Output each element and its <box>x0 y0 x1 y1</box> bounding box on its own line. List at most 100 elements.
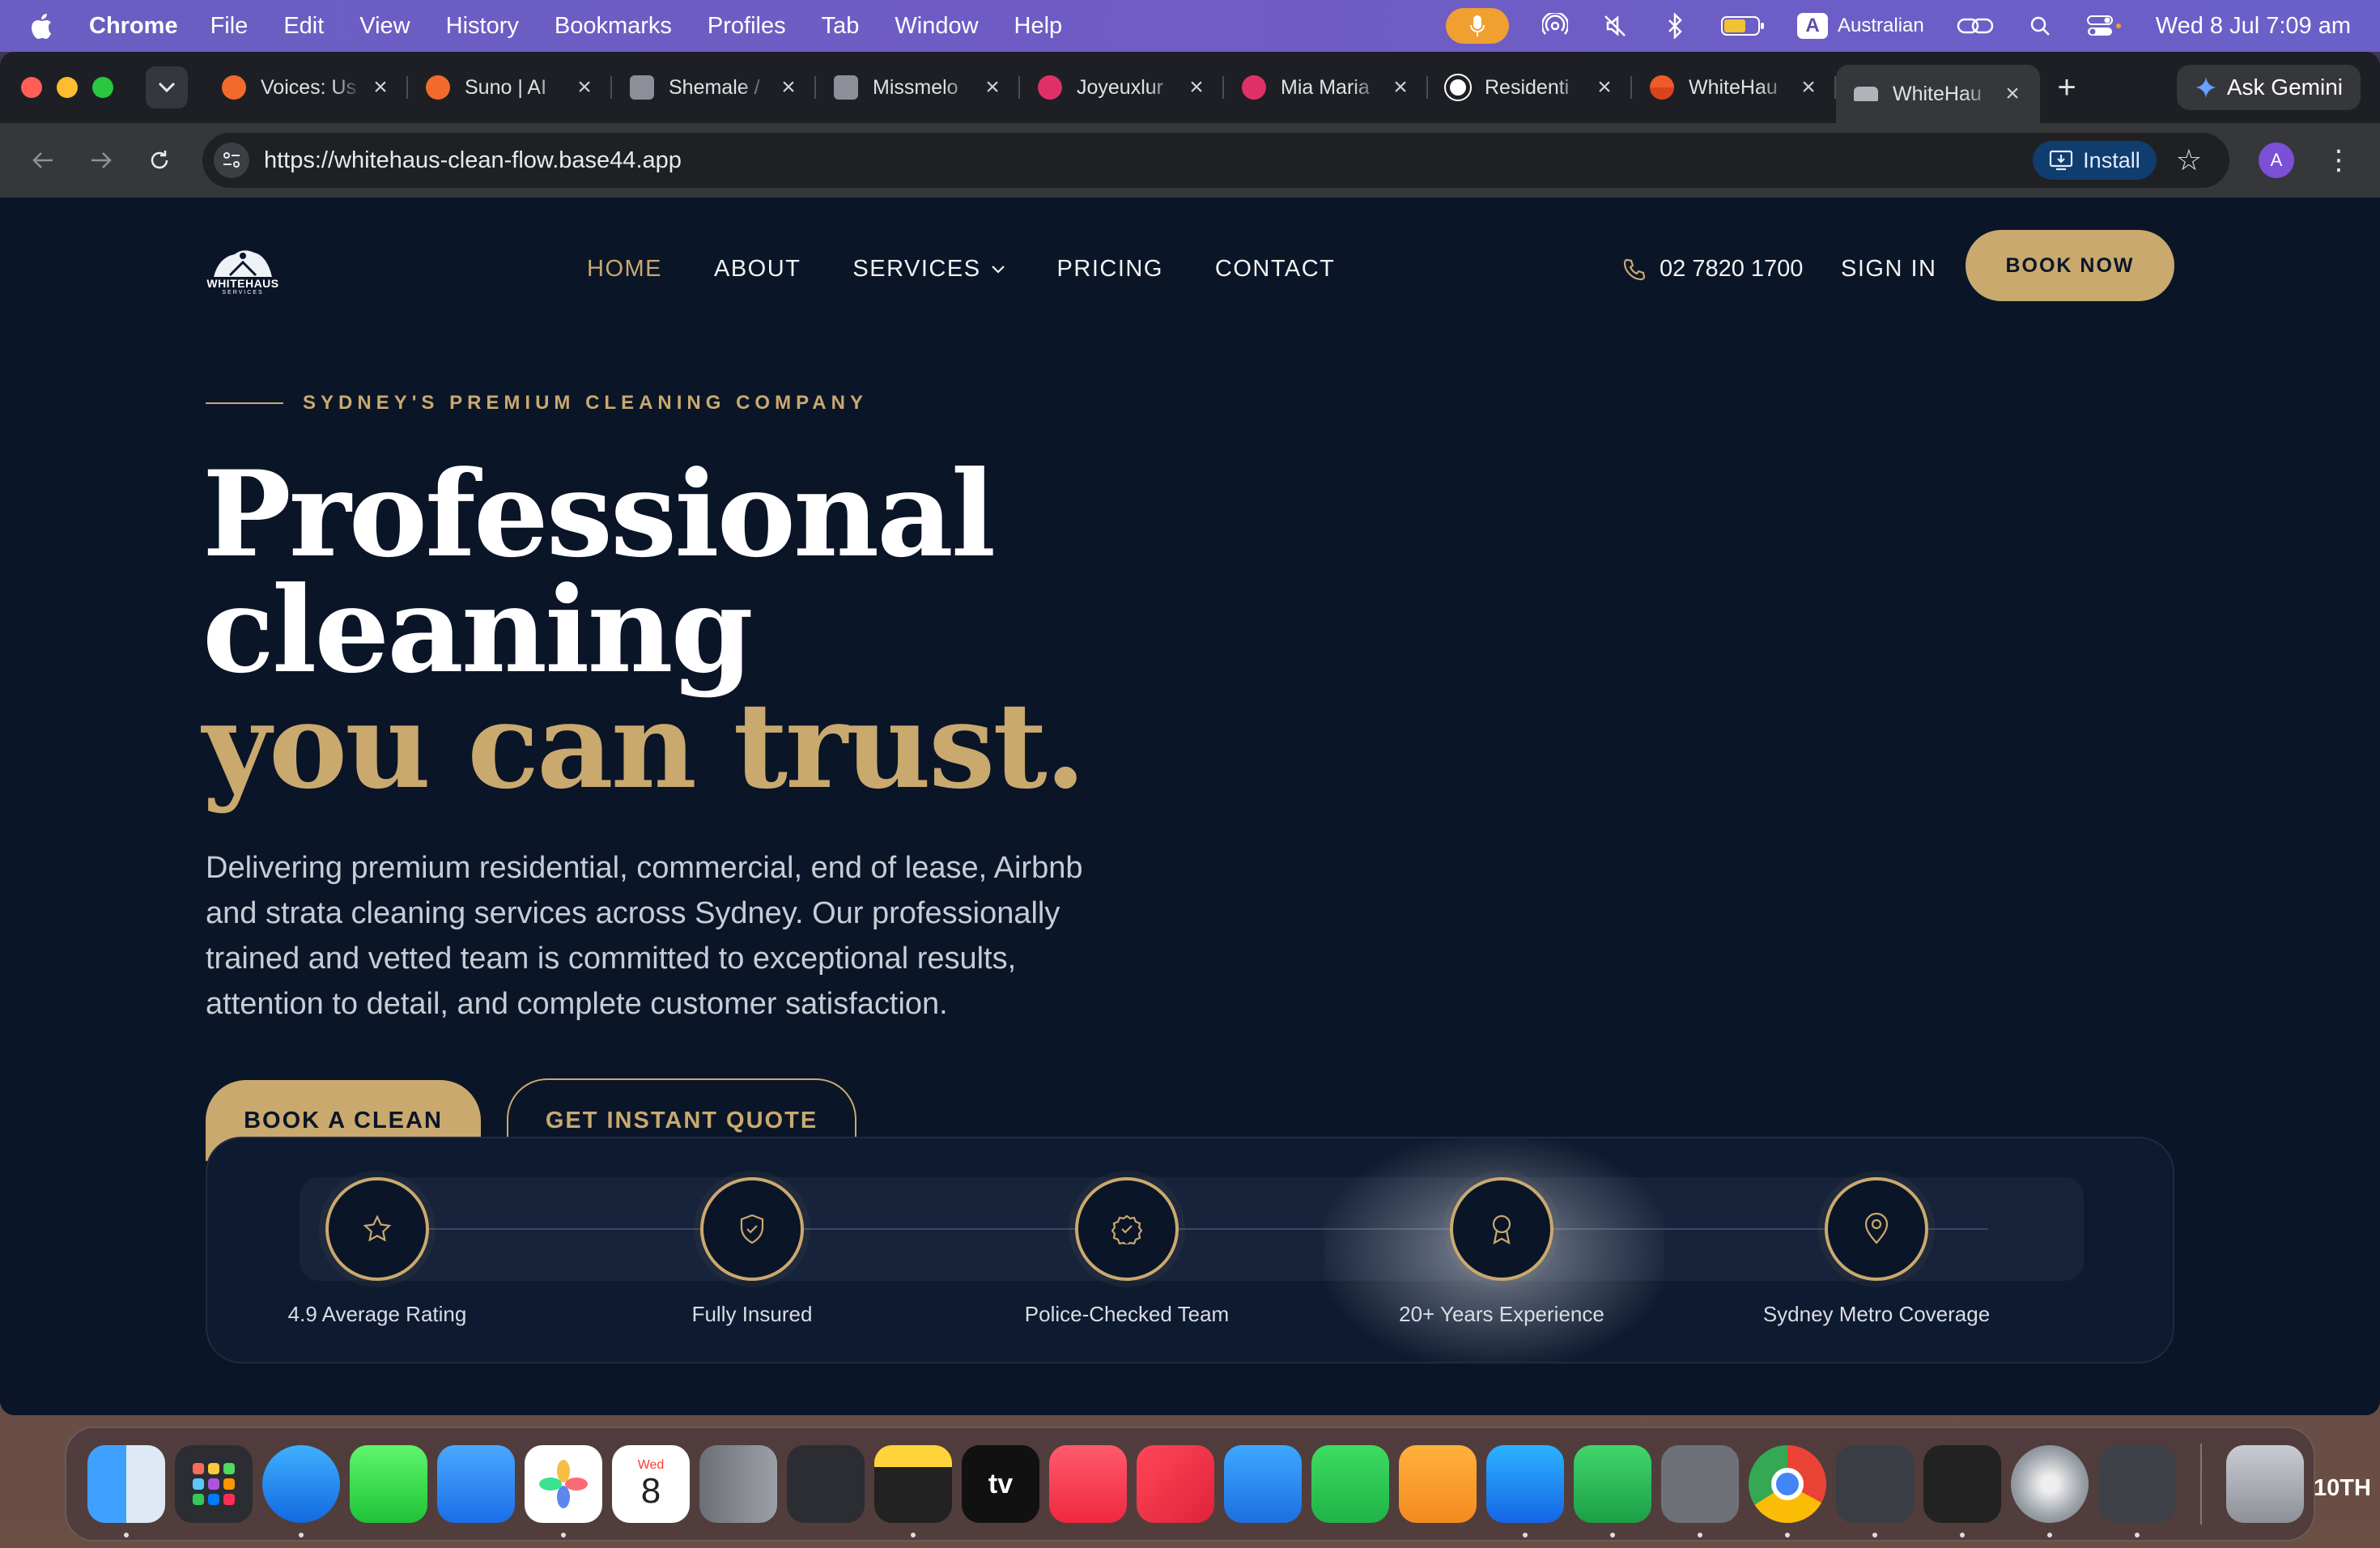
menu-bookmarks[interactable]: Bookmarks <box>555 13 672 40</box>
browser-tab[interactable]: Suno | AI × <box>408 63 612 112</box>
safari-icon[interactable] <box>262 1445 340 1537</box>
browser-tab[interactable]: Mia Maria × <box>1224 63 1428 112</box>
battery-icon[interactable] <box>1721 12 1765 40</box>
disk-utility-icon[interactable] <box>2011 1445 2089 1537</box>
system-settings-icon[interactable] <box>1661 1445 1739 1537</box>
menu-edit[interactable]: Edit <box>283 13 324 40</box>
pages-icon[interactable] <box>1399 1445 1477 1523</box>
app-store-icon[interactable] <box>1486 1445 1564 1537</box>
browser-tab[interactable]: Voices: Us × <box>204 63 408 112</box>
mission-control-icon[interactable] <box>1923 1445 2001 1537</box>
map-pin-icon <box>1825 1177 1928 1281</box>
tab-close-icon[interactable]: × <box>779 74 798 101</box>
nav-home[interactable]: HOME <box>587 256 662 283</box>
menu-file[interactable]: File <box>210 13 249 40</box>
hero-description: Delivering premium residential, commerci… <box>206 851 1083 1021</box>
bluetooth-icon[interactable] <box>1661 12 1689 40</box>
tab-close-icon[interactable]: × <box>1799 74 1818 101</box>
close-window-button[interactable] <box>21 77 42 98</box>
input-source-label: Australian <box>1838 15 1924 36</box>
menu-help[interactable]: Help <box>1014 13 1063 40</box>
sign-in-link[interactable]: SIGN IN <box>1841 256 1936 283</box>
nav-contact[interactable]: CONTACT <box>1215 256 1336 283</box>
eyebrow-text: SYDNEY'S PREMIUM CLEANING COMPANY <box>303 392 868 414</box>
forward-button[interactable] <box>81 140 121 181</box>
notes-icon[interactable] <box>874 1445 952 1537</box>
menu-view[interactable]: View <box>359 13 410 40</box>
airdrop-icon[interactable] <box>1541 12 1569 40</box>
install-app-button[interactable]: Install <box>2033 141 2157 180</box>
tab-close-icon[interactable]: × <box>2003 80 2022 108</box>
tab-search-button[interactable] <box>146 66 188 108</box>
launchpad-icon[interactable] <box>175 1445 253 1523</box>
shield-icon <box>700 1177 804 1281</box>
iphone-mirroring-icon[interactable] <box>1836 1445 1914 1537</box>
apple-menu-icon[interactable] <box>29 12 53 40</box>
ask-gemini-button[interactable]: Ask Gemini <box>2176 65 2361 110</box>
whitehaus-logo[interactable]: WHITEHAUS SERVICES <box>206 246 280 300</box>
finder-icon[interactable] <box>87 1445 165 1537</box>
tab-close-icon[interactable]: × <box>575 74 594 101</box>
keynote-icon[interactable] <box>1224 1445 1302 1523</box>
photos-icon[interactable] <box>525 1445 602 1537</box>
browser-tab[interactable]: Missmelo × <box>816 63 1020 112</box>
trust-label: Sydney Metro Coverage <box>1762 1302 1991 1326</box>
reminders-icon[interactable] <box>787 1445 865 1523</box>
site-info-icon[interactable] <box>214 142 249 178</box>
new-tab-button[interactable]: + <box>2046 70 2087 106</box>
music-icon[interactable] <box>1049 1445 1127 1523</box>
tab-close-icon[interactable]: × <box>983 74 1002 101</box>
trust-item: 4.9 Average Rating <box>215 1177 539 1327</box>
browser-tab[interactable]: Residenti × <box>1428 63 1632 112</box>
spotlight-search-icon[interactable] <box>2026 12 2054 40</box>
menu-app-name[interactable]: Chrome <box>89 13 178 40</box>
badge-check-icon <box>1075 1177 1179 1281</box>
contacts-icon[interactable] <box>699 1445 777 1523</box>
install-icon <box>2050 150 2073 171</box>
control-center-icon[interactable] <box>2086 12 2123 40</box>
bookmark-star-icon[interactable]: ☆ <box>2176 143 2202 177</box>
chrome-icon[interactable] <box>1749 1445 1826 1537</box>
nav-about[interactable]: ABOUT <box>714 256 801 283</box>
calendar-icon[interactable]: Wed 8 <box>612 1445 690 1523</box>
address-bar[interactable]: https://whitehaus-clean-flow.base44.app … <box>202 133 2229 188</box>
numbers-icon[interactable] <box>1311 1445 1389 1523</box>
tab-close-icon[interactable]: × <box>371 74 390 101</box>
tab-close-icon[interactable]: × <box>1595 74 1614 101</box>
browser-tab-active[interactable]: WhiteHau × <box>1836 65 2040 123</box>
minimize-window-button[interactable] <box>57 77 78 98</box>
news-icon[interactable] <box>1137 1445 1214 1523</box>
utility-app-icon[interactable] <box>2098 1445 2176 1537</box>
phone-link[interactable]: 02 7820 1700 <box>1622 256 1803 283</box>
book-now-button[interactable]: BOOK NOW <box>1966 230 2174 301</box>
trash-icon[interactable] <box>2226 1445 2304 1523</box>
browser-tab[interactable]: Joyeuxlur × <box>1020 63 1224 112</box>
menubar-clock[interactable]: Wed 8 Jul 7:09 am <box>2156 13 2351 40</box>
tab-close-icon[interactable]: × <box>1187 74 1206 101</box>
find-my-icon[interactable] <box>1574 1445 1651 1537</box>
menu-tab[interactable]: Tab <box>822 13 860 40</box>
menu-profiles[interactable]: Profiles <box>708 13 786 40</box>
nav-pricing[interactable]: PRICING <box>1057 256 1163 283</box>
microphone-icon[interactable] <box>1446 8 1509 44</box>
nav-services[interactable]: SERVICES <box>852 256 1005 283</box>
reload-button[interactable] <box>139 140 180 181</box>
apple-tv-icon[interactable]: tv <box>962 1445 1039 1523</box>
menu-history[interactable]: History <box>446 13 519 40</box>
mute-icon[interactable] <box>1601 12 1629 40</box>
mail-icon[interactable] <box>437 1445 515 1523</box>
url-text[interactable]: https://whitehaus-clean-flow.base44.app <box>264 147 2033 174</box>
profile-avatar[interactable]: A <box>2259 142 2294 178</box>
input-source-indicator[interactable]: A Australian <box>1797 13 1924 39</box>
tab-close-icon[interactable]: × <box>1391 74 1410 101</box>
back-button[interactable] <box>23 140 63 181</box>
browser-tab[interactable]: WhiteHau × <box>1632 63 1836 112</box>
messages-icon[interactable] <box>350 1445 427 1523</box>
trust-item: Police-Checked Team <box>965 1177 1289 1327</box>
link-icon[interactable] <box>1957 12 1994 40</box>
more-menu-icon[interactable]: ⋮ <box>2325 144 2352 176</box>
zoom-window-button[interactable] <box>92 77 113 98</box>
logo-house-icon <box>214 250 272 277</box>
menu-window[interactable]: Window <box>895 13 978 40</box>
browser-tab[interactable]: Shemale / × <box>612 63 816 112</box>
